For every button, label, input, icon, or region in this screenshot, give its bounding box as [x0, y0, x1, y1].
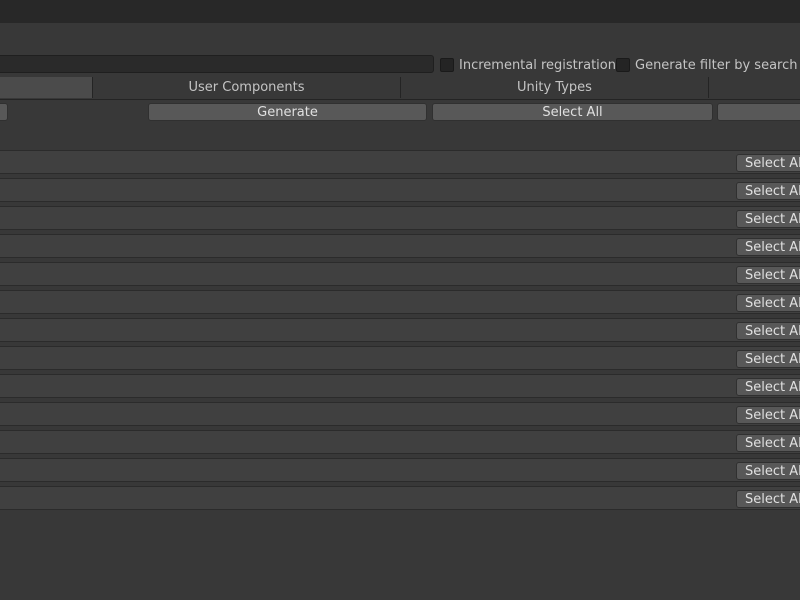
list-item: Select All	[0, 486, 800, 510]
list-item: Select All	[0, 290, 800, 314]
row-select-all-button[interactable]: Select All	[736, 210, 800, 228]
incremental-registration-toggle[interactable]: Incremental registration	[440, 56, 616, 74]
search-input[interactable]	[0, 55, 434, 73]
row-select-all-button[interactable]: Select All	[736, 350, 800, 368]
list-item: Select All	[0, 178, 800, 202]
list-item: Select All	[0, 150, 800, 174]
row-select-all-button[interactable]: Select All	[736, 182, 800, 200]
row-select-all-button[interactable]: Select All	[736, 154, 800, 172]
list-item: Select All	[0, 430, 800, 454]
row-select-all-button[interactable]: Select All	[736, 490, 800, 508]
tab-unity-types[interactable]: Unity Types	[401, 77, 709, 98]
list-item: Select All	[0, 402, 800, 426]
row-select-all-button[interactable]: Select All	[736, 266, 800, 284]
select-all-button[interactable]: Select All	[432, 103, 713, 121]
list-item: Select All	[0, 234, 800, 258]
tab-more[interactable]	[709, 77, 800, 98]
window-titlebar	[0, 0, 800, 23]
generate-button[interactable]: Generate	[148, 103, 427, 121]
row-select-all-button[interactable]: Select All	[736, 294, 800, 312]
row-select-all-button[interactable]: Select All	[736, 238, 800, 256]
generate-filter-label: Generate filter by search	[635, 57, 798, 73]
row-select-all-button[interactable]: Select All	[736, 462, 800, 480]
editor-window: Incremental registration Generate filter…	[0, 0, 800, 600]
row-select-all-button[interactable]: Select All	[736, 322, 800, 340]
tab-user-components[interactable]: User Components	[93, 77, 401, 98]
generate-filter-checkbox[interactable]	[616, 58, 630, 72]
tab-bar: User Components Unity Types	[0, 77, 800, 100]
list-item: Select All	[0, 374, 800, 398]
list-item: Select All	[0, 262, 800, 286]
list-item: Select All	[0, 458, 800, 482]
list-item: Select All	[0, 318, 800, 342]
tab-selected[interactable]	[0, 77, 93, 98]
row-select-all-button[interactable]: Select All	[736, 434, 800, 452]
right-action-button[interactable]	[717, 103, 800, 121]
row-select-all-button[interactable]: Select All	[736, 378, 800, 396]
list-item: Select All	[0, 206, 800, 230]
generate-filter-toggle[interactable]: Generate filter by search	[616, 56, 797, 74]
left-action-button[interactable]	[0, 103, 8, 121]
list-item: Select All	[0, 346, 800, 370]
row-select-all-button[interactable]: Select All	[736, 406, 800, 424]
incremental-registration-checkbox[interactable]	[440, 58, 454, 72]
incremental-registration-label: Incremental registration	[459, 57, 616, 73]
